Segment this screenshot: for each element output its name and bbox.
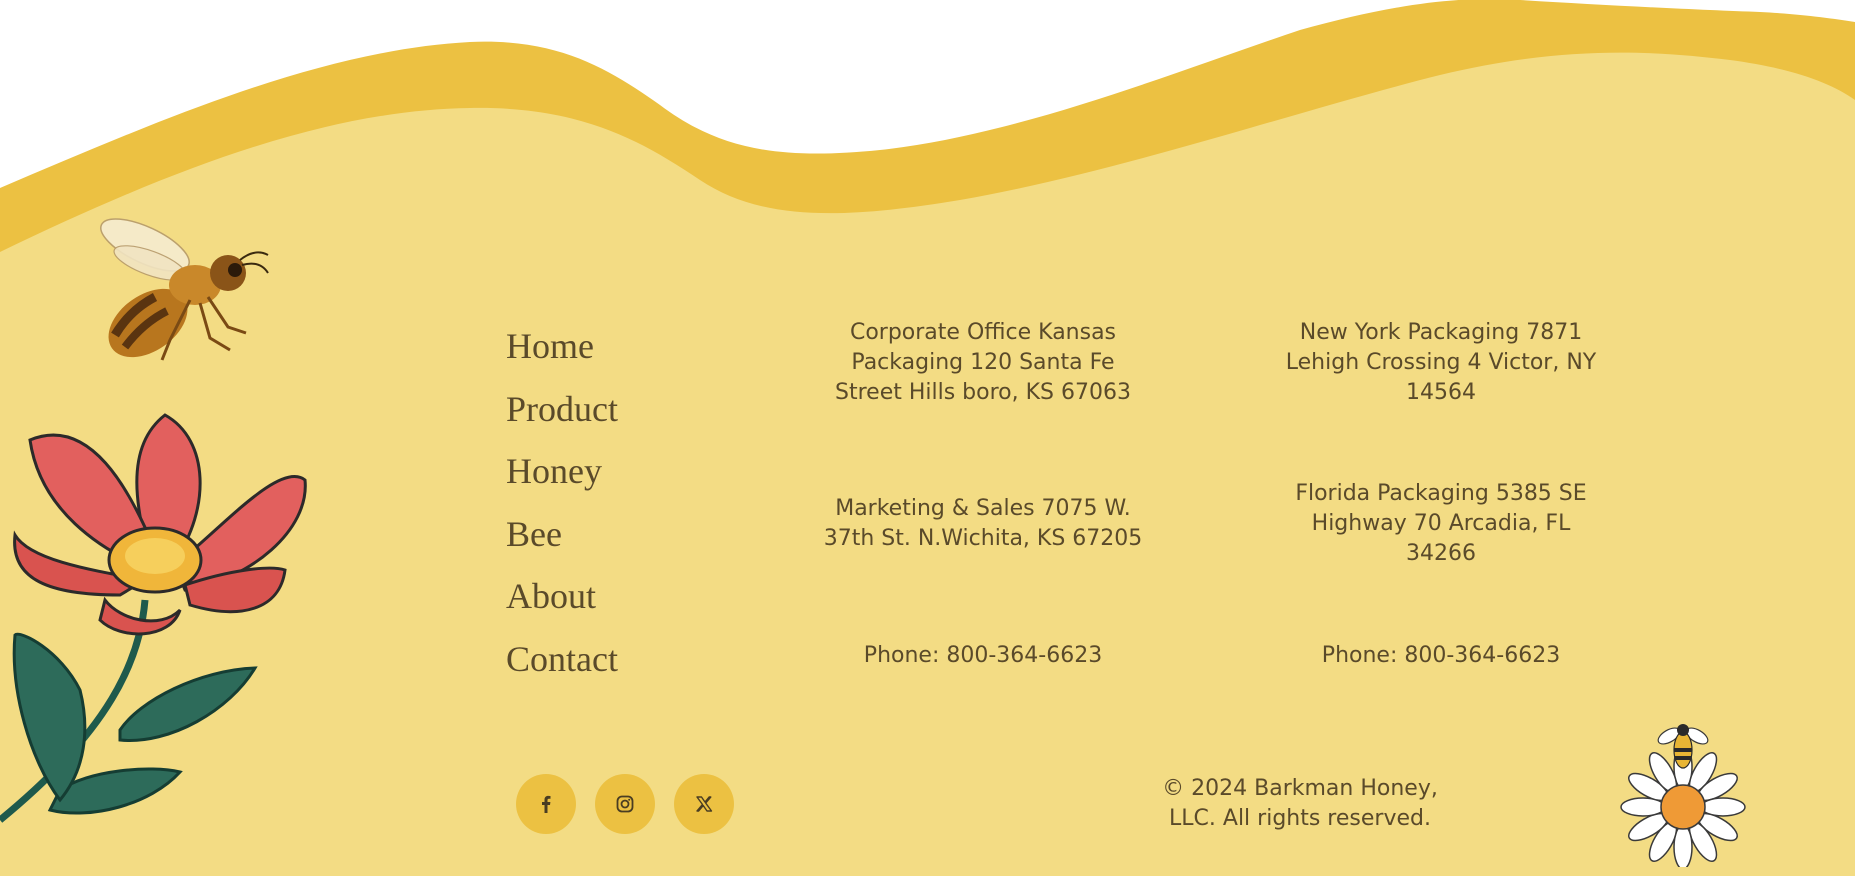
instagram-icon bbox=[616, 795, 634, 813]
bee-illustration bbox=[100, 218, 269, 361]
footer-nav: Home Product Honey Bee About Contact bbox=[506, 315, 618, 690]
nav-link-honey[interactable]: Honey bbox=[506, 440, 618, 503]
phone-right[interactable]: Phone: 800-364-6623 bbox=[1281, 641, 1601, 671]
daisy-bee-illustration bbox=[1620, 724, 1746, 867]
nav-link-home[interactable]: Home bbox=[506, 315, 618, 378]
corporate-office-address: Corporate Office Kansas Packaging 120 Sa… bbox=[835, 320, 1131, 405]
nav-link-about[interactable]: About bbox=[506, 565, 618, 628]
social-links bbox=[516, 774, 734, 834]
x-twitter-button[interactable] bbox=[674, 774, 734, 834]
x-twitter-icon bbox=[696, 796, 713, 812]
flower-illustration bbox=[0, 413, 307, 823]
nav-link-product[interactable]: Product bbox=[506, 378, 618, 441]
facebook-icon bbox=[542, 795, 551, 813]
new-york-packaging-address: New York Packaging 7871 Lehigh Crossing … bbox=[1285, 320, 1597, 405]
marketing-sales-address: Marketing & Sales 7075 W. 37th St. N.Wic… bbox=[823, 496, 1143, 551]
nav-link-contact[interactable]: Contact bbox=[506, 628, 618, 691]
nav-link-bee[interactable]: Bee bbox=[506, 503, 618, 566]
instagram-button[interactable] bbox=[595, 774, 655, 834]
florida-packaging-address: Florida Packaging 5385 SE Highway 70 Arc… bbox=[1295, 481, 1587, 566]
facebook-button[interactable] bbox=[516, 774, 576, 834]
copyright-text: © 2024 Barkman Honey, LLC. All rights re… bbox=[1162, 776, 1438, 831]
phone-left[interactable]: Phone: 800-364-6623 bbox=[822, 641, 1144, 671]
